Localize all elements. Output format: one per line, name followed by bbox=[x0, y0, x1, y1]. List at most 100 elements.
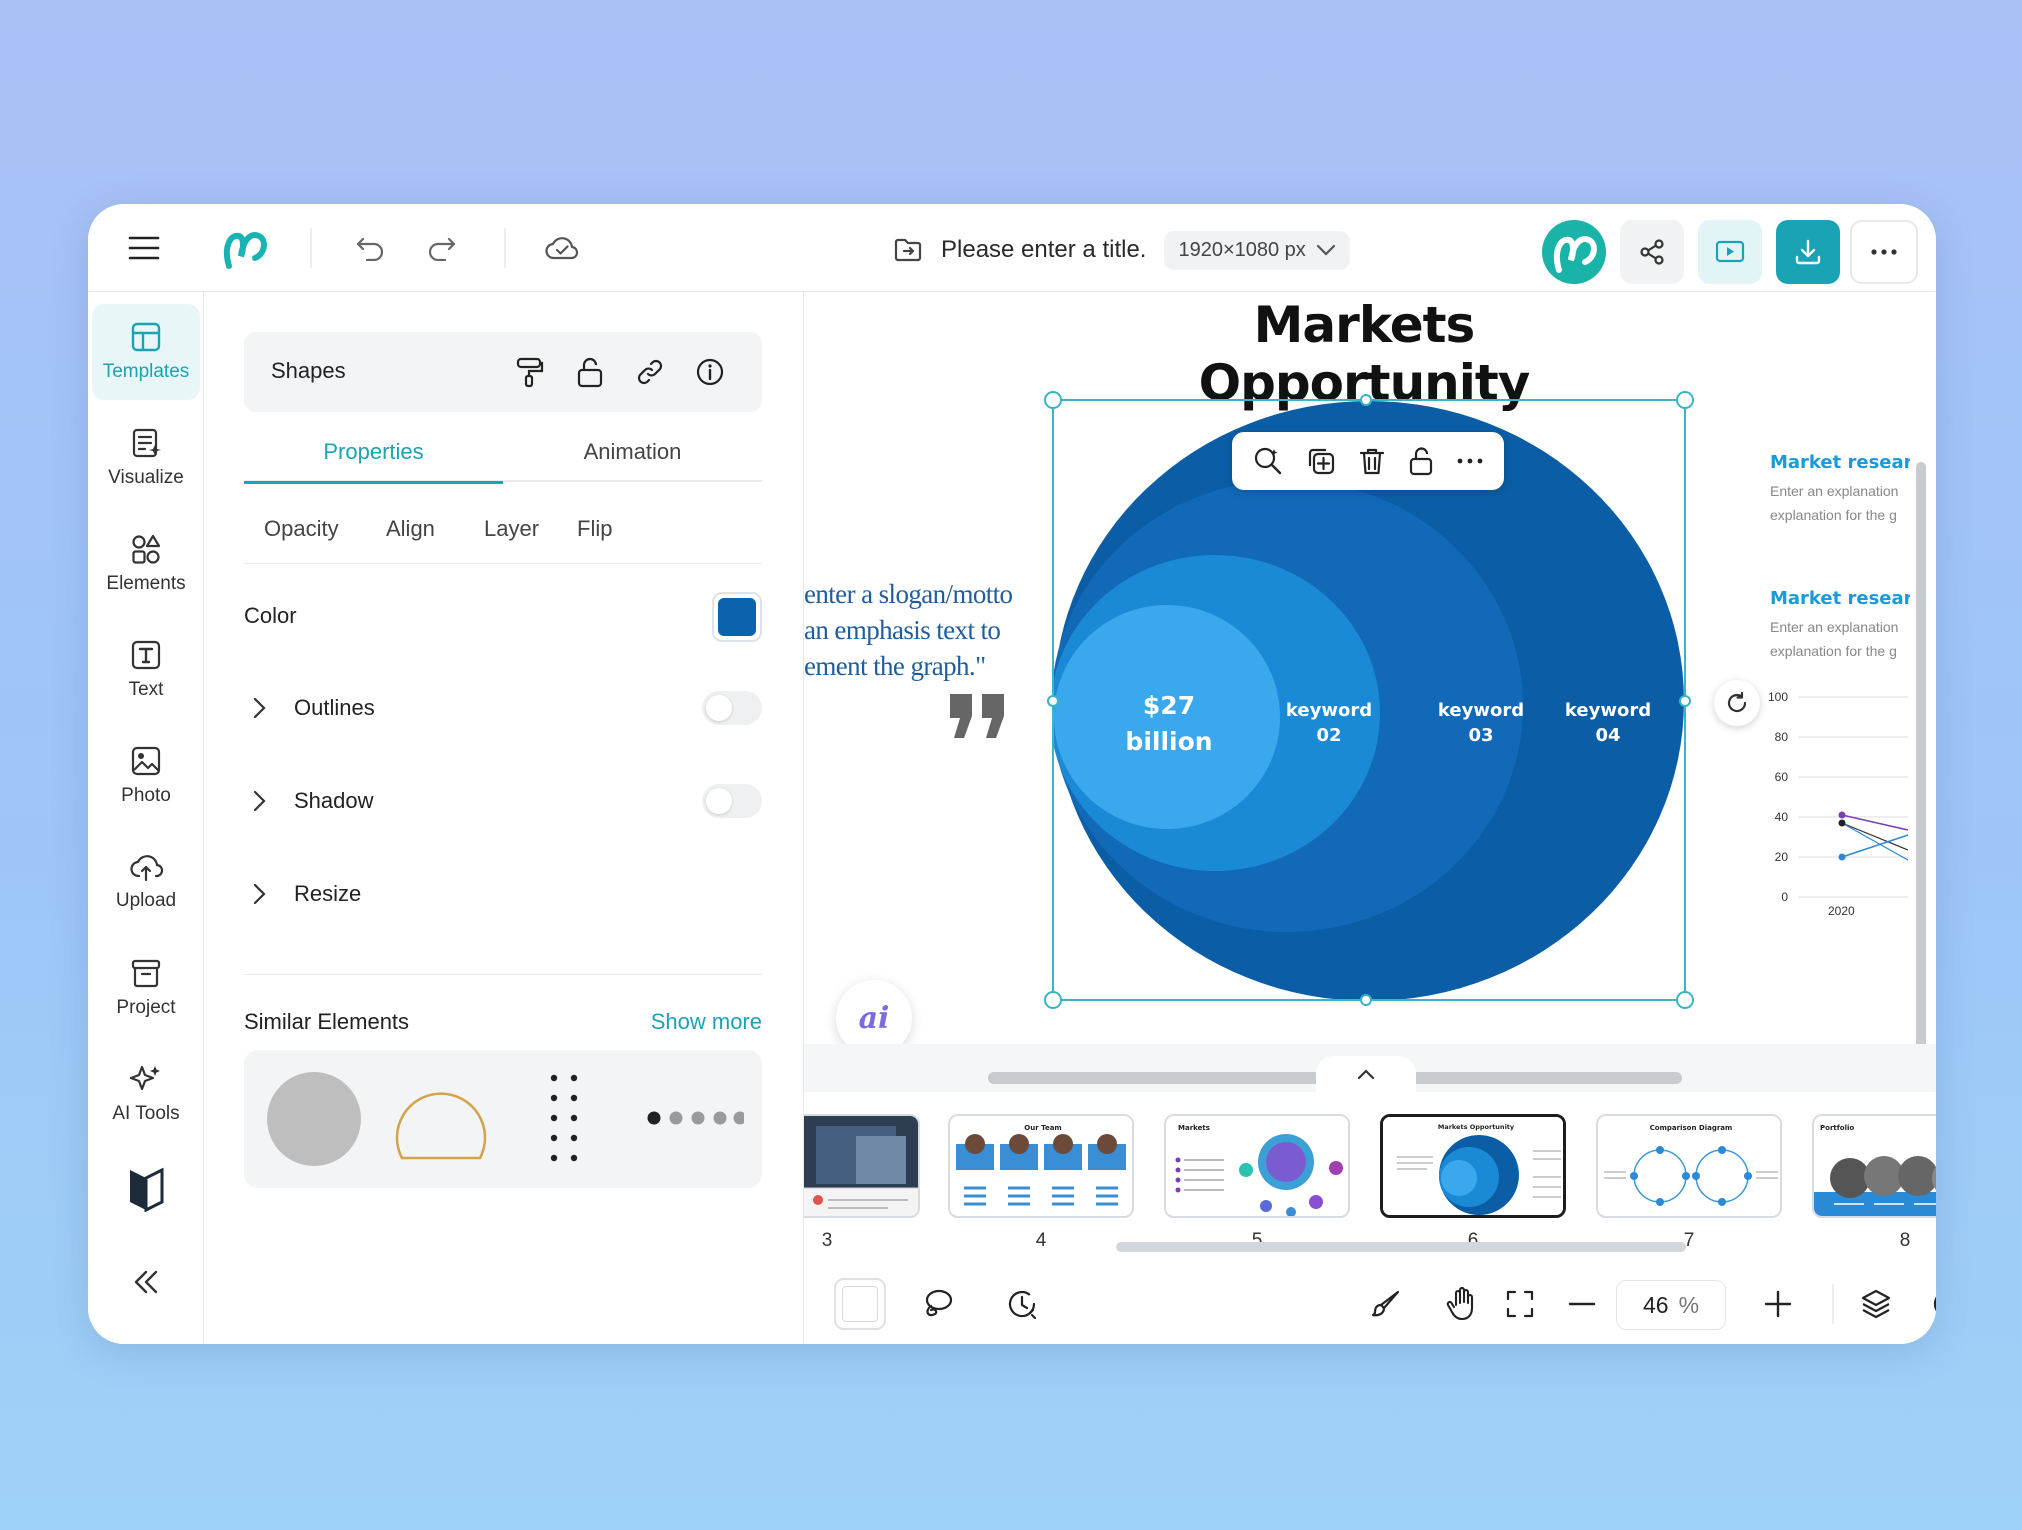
paint-roller-icon[interactable] bbox=[512, 354, 548, 390]
side-info-text: Enter an explanation bbox=[1770, 619, 1899, 635]
thumb-title: Our Team bbox=[1024, 1124, 1061, 1132]
layers-icon[interactable] bbox=[1854, 1282, 1898, 1326]
resize-handle[interactable] bbox=[1360, 994, 1372, 1006]
hand-pan-icon[interactable] bbox=[1440, 1282, 1484, 1326]
nav-item-upload[interactable]: Upload bbox=[92, 834, 200, 930]
nav-item-visualize[interactable]: Visualize bbox=[92, 410, 200, 506]
mini-chart[interactable]: 100 80 60 40 20 0 2020 bbox=[1764, 690, 1909, 920]
show-more-link[interactable]: Show more bbox=[651, 1009, 762, 1035]
outlines-toggle[interactable] bbox=[702, 691, 762, 725]
unlock-icon[interactable] bbox=[572, 354, 608, 390]
similar-circle-shape[interactable] bbox=[267, 1072, 361, 1166]
vertical-scrollbar[interactable] bbox=[1916, 462, 1926, 1052]
zoom-search-icon[interactable] bbox=[1253, 446, 1283, 476]
filmstrip-scrollbar[interactable] bbox=[1116, 1242, 1686, 1252]
slide-thumbnail[interactable] bbox=[804, 1114, 920, 1218]
slide-thumbnail[interactable]: Portfolio bbox=[1812, 1114, 1936, 1218]
resize-row[interactable]: Resize bbox=[244, 864, 762, 924]
download-icon bbox=[1795, 239, 1821, 265]
nav-item-ai-tools[interactable]: AI Tools bbox=[92, 1046, 200, 1142]
avatar[interactable] bbox=[1542, 220, 1606, 284]
subtab-flip[interactable]: Flip bbox=[577, 516, 612, 542]
slide[interactable]: Markets Opportunity enter a slogan/motto… bbox=[804, 292, 1910, 1056]
link-icon[interactable] bbox=[632, 354, 668, 390]
nav-item-photo[interactable]: Photo bbox=[92, 728, 200, 824]
subtab-layer[interactable]: Layer bbox=[484, 516, 539, 542]
redo-icon[interactable] bbox=[422, 228, 462, 268]
fit-screen-icon[interactable] bbox=[1498, 1282, 1542, 1326]
delete-icon[interactable] bbox=[1358, 446, 1386, 476]
left-nav: Templates Visualize Elements Text Photo … bbox=[88, 292, 204, 1344]
menu-icon[interactable] bbox=[124, 228, 164, 268]
book-icon[interactable] bbox=[122, 1162, 170, 1214]
resize-handle[interactable] bbox=[1047, 695, 1059, 707]
subtab-align[interactable]: Align bbox=[386, 516, 435, 542]
cloud-saved-icon[interactable] bbox=[542, 228, 582, 268]
canvas-size-dropdown[interactable]: 1920×1080 px bbox=[1164, 230, 1350, 270]
text-icon bbox=[131, 640, 161, 670]
tab-properties[interactable]: Properties bbox=[244, 422, 503, 484]
similar-outline-shape[interactable] bbox=[394, 1074, 488, 1164]
color-swatch[interactable] bbox=[712, 592, 762, 642]
undo-icon[interactable] bbox=[350, 228, 390, 268]
slide-thumbnail[interactable]: Markets bbox=[1164, 1114, 1350, 1218]
nav-item-elements[interactable]: Elements bbox=[92, 516, 200, 612]
subtab-opacity[interactable]: Opacity bbox=[264, 516, 339, 542]
color-row: Color bbox=[244, 586, 762, 646]
collapse-filmstrip-button[interactable] bbox=[1316, 1056, 1416, 1092]
history-icon[interactable] bbox=[1000, 1282, 1044, 1326]
nav-item-project[interactable]: Project bbox=[92, 940, 200, 1036]
nav-item-templates[interactable]: Templates bbox=[92, 304, 200, 400]
photo-icon bbox=[131, 746, 161, 776]
zoom-out-icon[interactable] bbox=[1560, 1282, 1604, 1326]
outlines-row[interactable]: Outlines bbox=[244, 678, 762, 738]
brush-icon[interactable] bbox=[1364, 1282, 1408, 1326]
similar-dots-row[interactable] bbox=[644, 1106, 747, 1130]
slide-thumbnail[interactable]: Our Team bbox=[948, 1114, 1134, 1218]
more-options-button[interactable] bbox=[1850, 220, 1918, 284]
rotate-icon[interactable] bbox=[1714, 680, 1760, 726]
nav-item-text[interactable]: Text bbox=[92, 622, 200, 718]
similar-dots-grid[interactable] bbox=[544, 1070, 584, 1170]
chevron-right-icon bbox=[252, 696, 272, 720]
nav-label: Templates bbox=[102, 361, 190, 382]
doc-title[interactable]: Please enter a title. bbox=[941, 236, 1146, 264]
help-icon[interactable] bbox=[1926, 1282, 1936, 1326]
nav-label: Photo bbox=[121, 785, 171, 806]
resize-handle[interactable] bbox=[1676, 991, 1694, 1009]
slide-thumbnail-active[interactable]: Markets Opportunity bbox=[1380, 1114, 1566, 1218]
project-icon bbox=[131, 959, 161, 988]
slide-quote[interactable]: enter a slogan/motto an emphasis text to… bbox=[804, 576, 1044, 684]
outlines-label: Outlines bbox=[294, 695, 375, 720]
info-icon[interactable] bbox=[692, 354, 728, 390]
tab-animation[interactable]: Animation bbox=[503, 422, 762, 482]
background-color-button[interactable] bbox=[834, 1278, 886, 1330]
resize-handle[interactable] bbox=[1679, 695, 1691, 707]
slide-thumbnail[interactable]: Comparison Diagram bbox=[1596, 1114, 1782, 1218]
duplicate-icon[interactable] bbox=[1306, 446, 1336, 476]
zoom-level-field[interactable]: 46 % bbox=[1616, 1280, 1726, 1330]
collapse-sidebar-icon[interactable] bbox=[124, 1260, 168, 1304]
resize-handle[interactable] bbox=[1044, 391, 1062, 409]
more-icon[interactable] bbox=[1457, 458, 1483, 464]
mini-chart-tick: 0 bbox=[1781, 890, 1788, 904]
mini-chart-tick: 20 bbox=[1774, 850, 1788, 864]
download-button[interactable] bbox=[1776, 220, 1840, 284]
shadow-row[interactable]: Shadow bbox=[244, 771, 762, 831]
resize-handle[interactable] bbox=[1360, 394, 1372, 406]
present-button[interactable] bbox=[1698, 220, 1762, 284]
zoom-in-icon[interactable] bbox=[1756, 1282, 1800, 1326]
unlock-icon[interactable] bbox=[1408, 446, 1434, 476]
side-info-block[interactable]: Market researc Enter an explanation expl… bbox=[1770, 588, 1910, 659]
lasso-icon[interactable] bbox=[916, 1282, 960, 1326]
resize-handle[interactable] bbox=[1676, 391, 1694, 409]
quote-line: ement the graph." bbox=[804, 651, 986, 681]
slide-number: 8 bbox=[1899, 1230, 1911, 1251]
side-info-block[interactable]: Market researc Enter an explanation expl… bbox=[1770, 452, 1910, 523]
logo-icon[interactable] bbox=[216, 224, 272, 272]
resize-handle[interactable] bbox=[1044, 991, 1062, 1009]
folder-move-icon[interactable] bbox=[893, 236, 923, 264]
shadow-toggle[interactable] bbox=[702, 784, 762, 818]
share-button[interactable] bbox=[1620, 220, 1684, 284]
top-bar: Please enter a title. 1920×1080 px bbox=[88, 204, 1936, 292]
